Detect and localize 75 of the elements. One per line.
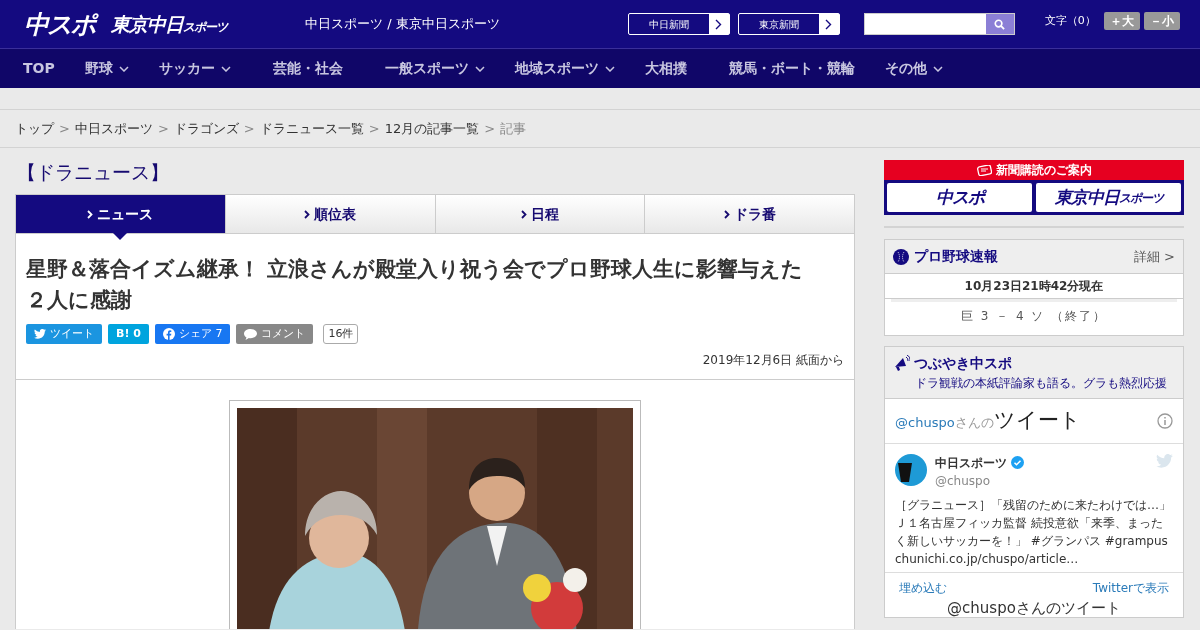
nav-item[interactable]: その他 — [869, 49, 958, 88]
chevron-right-icon — [825, 18, 833, 30]
embed-link[interactable]: 埋め込む — [899, 578, 947, 597]
section-title: 【ドラニュース】 — [17, 161, 169, 183]
chevron-right-icon — [520, 209, 527, 219]
tweets-title: つぶやき中スポ — [914, 354, 1012, 373]
share-button[interactable]: シェア 7 — [154, 324, 231, 344]
newspaper-link[interactable]: 東京新聞 — [737, 13, 840, 35]
tab[interactable]: 順位表 — [224, 195, 435, 233]
tab[interactable]: ドラ番 — [644, 195, 854, 233]
nav-item[interactable]: TOP — [8, 49, 70, 88]
megaphone-icon — [893, 355, 910, 372]
bird-icon — [34, 329, 46, 339]
breadcrumb-separator: > — [157, 119, 169, 138]
nav-item[interactable]: 野球 — [69, 49, 144, 88]
nav-item[interactable]: 大相撲 — [629, 49, 702, 88]
score-updated: 10月23日21時42分現在 — [885, 273, 1183, 299]
search-icon — [994, 18, 1006, 30]
tweet-text: ［グラニュース］「残留のために来たわけでは…」Ｊ１名古屋フィッカ監督 続投意欲「来季、まったく新しいサッカーを！」 #グランパス #grampus chunichi.co.jp/chuspo/article… — [895, 496, 1172, 568]
info-icon[interactable] — [1157, 412, 1173, 429]
chevron-down-icon — [118, 65, 129, 72]
hashtag-link[interactable]: #グランパス — [1030, 533, 1101, 548]
newspaper-logo[interactable]: 中スポ — [887, 183, 1032, 212]
breadcrumb-separator: > — [59, 119, 70, 138]
nav-item[interactable]: 競馬・ボート・競輪 — [713, 49, 870, 88]
game-score: 巨 3 － 4 ソ （終了） — [959, 308, 1109, 325]
tab[interactable]: 日程 — [434, 195, 645, 233]
newspaper-icon — [976, 164, 992, 176]
tweet-handle: @chuspo — [935, 472, 992, 490]
chevron-down-icon — [220, 65, 231, 72]
chevron-down-icon — [474, 65, 485, 72]
chevron-right-icon — [304, 209, 311, 219]
site-title: 中日スポーツ / 東京中日スポーツ — [305, 15, 500, 34]
nav-item[interactable]: サッカー — [143, 49, 246, 88]
breadcrumb-separator: > — [368, 119, 380, 138]
breadcrumb-current: 記事 — [500, 119, 527, 138]
chevron-down-icon — [604, 65, 615, 72]
logo[interactable]: 東京中日スポーツ — [111, 14, 227, 34]
breadcrumb-link[interactable]: ドラニュース一覧 — [259, 118, 364, 139]
nav-item[interactable]: 芸能・社会 — [257, 49, 358, 88]
breadcrumb-separator: > — [243, 119, 255, 138]
subscribe-title: 新聞購読のご案内 — [995, 162, 1092, 179]
speech-bubble-icon — [244, 328, 258, 340]
tweet-link[interactable]: chunichi.co.jp/chuspo/article… — [895, 551, 1079, 566]
article-headline: 星野＆落合イズム継承！ 立浪さんが殿堂入り祝う会でプロ野球人生に影響与えた２人に感謝 — [25, 256, 805, 314]
breadcrumb-separator: > — [484, 119, 496, 138]
baseball-icon — [893, 248, 909, 265]
detail-link[interactable]: 詳細 > — [1133, 246, 1175, 267]
breadcrumb-link[interactable]: トップ — [15, 118, 54, 139]
hashtag-link[interactable]: #grampus — [1104, 533, 1168, 548]
widget-footer-link[interactable]: @chuspoさんのツイート — [885, 598, 1183, 617]
newspaper-link[interactable]: 中日新聞 — [627, 13, 730, 35]
score-title: プロ野球速報 — [914, 247, 998, 266]
avatar-icon — [895, 453, 927, 486]
breadcrumb-link[interactable]: 12月の記事一覧 — [384, 118, 480, 139]
font-size-label: 文字（0） — [1044, 12, 1096, 29]
share-button[interactable]: コメント — [236, 324, 314, 344]
tweet-author: 中日スポーツ — [935, 454, 1007, 472]
chevron-right-icon — [723, 209, 730, 219]
newspaper-logo[interactable]: 東京中日スポーツ — [1036, 183, 1181, 212]
widget-header: @chuspo さんのツイート — [895, 407, 1081, 434]
nav-item[interactable]: 地域スポーツ — [499, 49, 630, 88]
comment-count: 16件 — [323, 324, 359, 344]
nav-item[interactable]: 一般スポーツ — [369, 49, 500, 88]
chevron-right-icon — [715, 18, 723, 30]
facebook-icon — [162, 328, 175, 340]
chevron-down-icon — [932, 65, 943, 72]
bird-icon — [1156, 453, 1173, 468]
breadcrumb-link[interactable]: ドラゴンズ — [173, 118, 239, 139]
tweets-subtitle: ドラ観戦の本紙評論家も語る。グラも熱烈応援 — [915, 375, 1167, 392]
chevron-right-icon — [87, 209, 94, 219]
view-on-twitter-link[interactable]: Twitterで表示 — [1092, 578, 1169, 597]
search-field[interactable] — [863, 13, 1015, 35]
breadcrumb-link[interactable]: 中日スポーツ — [74, 118, 153, 139]
article-date: 2019年12月6日 紙面から — [701, 352, 845, 369]
